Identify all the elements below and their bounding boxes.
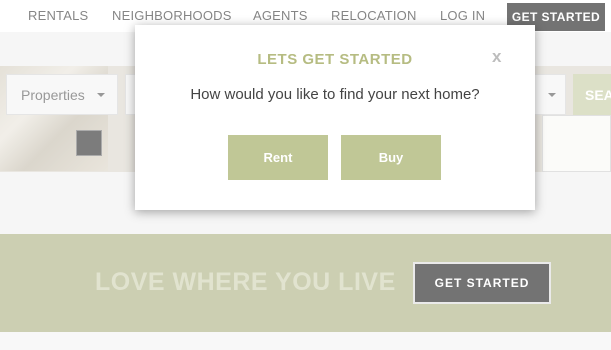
buy-button[interactable]: Buy xyxy=(341,135,441,180)
modal-title: LETS GET STARTED xyxy=(257,51,413,68)
get-started-modal: LETS GET STARTED x How would you like to… xyxy=(135,25,535,210)
close-icon[interactable]: x xyxy=(492,47,501,67)
page: RENTALS NEIGHBORHOODS AGENTS RELOCATION … xyxy=(0,0,611,350)
modal-question: How would you like to find your next hom… xyxy=(190,86,480,103)
rent-button[interactable]: Rent xyxy=(228,135,328,180)
